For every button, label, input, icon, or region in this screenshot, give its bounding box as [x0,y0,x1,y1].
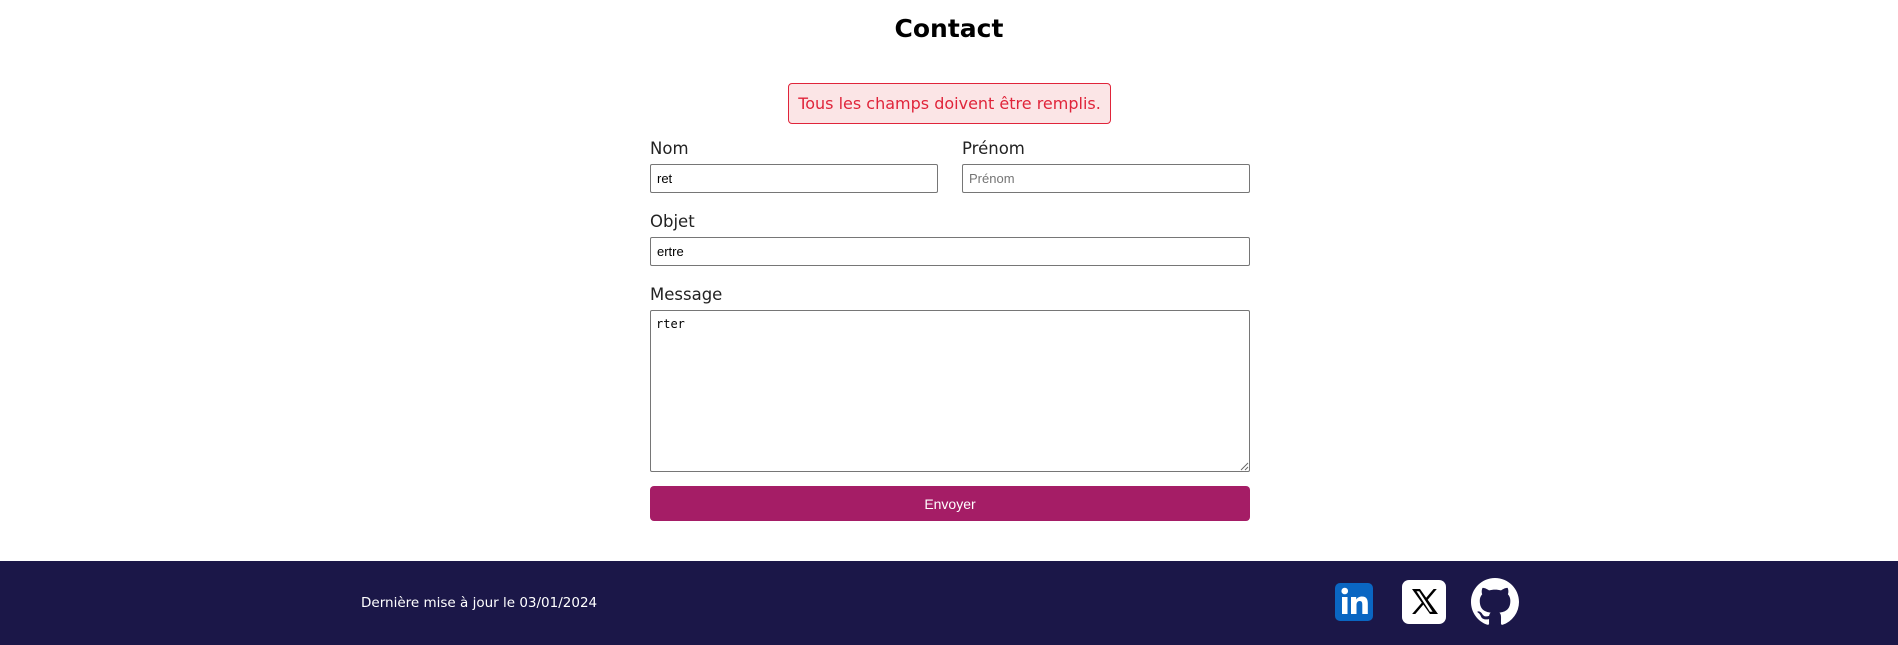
github-icon [1471,578,1519,625]
nom-label: Nom [650,139,689,158]
prenom-label: Prénom [962,139,1025,158]
github-link[interactable] [1470,578,1520,626]
message-textarea[interactable] [650,310,1250,472]
objet-label: Objet [650,212,695,231]
footer: Dernière mise à jour le 03/01/2024 [0,561,1898,645]
message-label: Message [650,285,723,304]
nom-input[interactable] [650,164,938,193]
objet-input[interactable] [650,237,1250,266]
x-twitter-icon [1402,580,1446,624]
error-alert: Tous les champs doivent être remplis. [788,83,1111,124]
x-twitter-link[interactable] [1402,578,1446,626]
send-button[interactable]: Envoyer [650,486,1250,521]
page-title: Contact [894,14,1004,43]
prenom-input[interactable] [962,164,1250,193]
resize-handle-icon[interactable] [1239,461,1249,471]
linkedin-link[interactable] [1334,578,1374,626]
last-update-text: Dernière mise à jour le 03/01/2024 [361,595,598,611]
linkedin-icon [1335,583,1373,621]
